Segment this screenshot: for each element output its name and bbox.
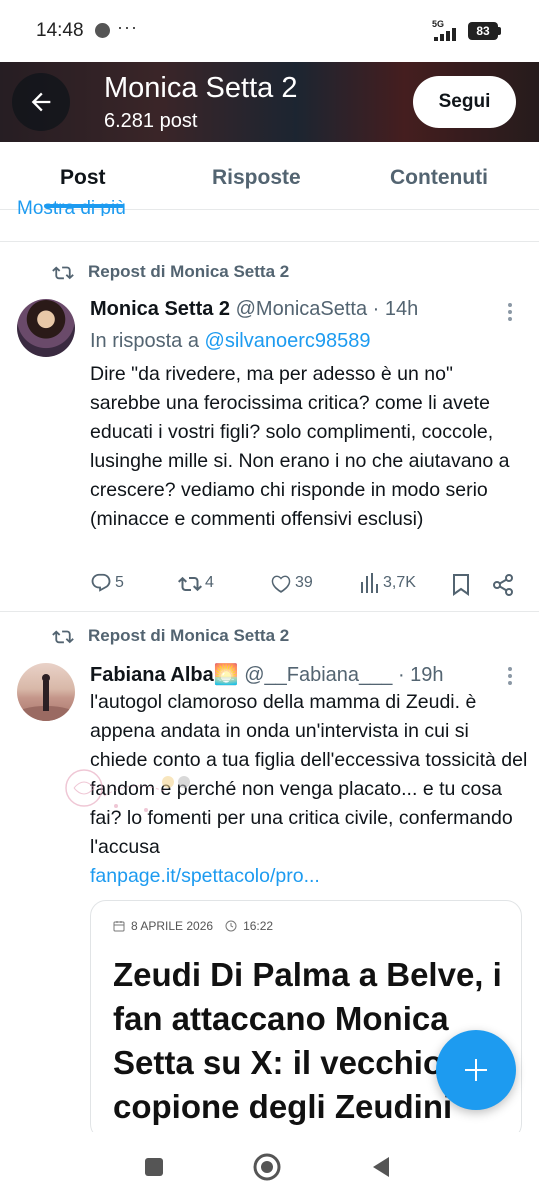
square-icon xyxy=(145,1158,163,1176)
post-link[interactable]: fanpage.it/spettacolo/pro... xyxy=(90,865,320,887)
repost-icon xyxy=(178,576,202,592)
reply-prefix: In risposta a xyxy=(90,330,199,352)
post-text[interactable]: Dire "da rivedere, ma per adesso è un no… xyxy=(90,360,528,534)
post-header: Fabiana Alba🌅 @__Fabiana___ · 19h xyxy=(90,662,444,687)
repost-icon xyxy=(52,630,74,644)
battery-icon: 83 xyxy=(468,22,498,40)
article-time: 16:22 xyxy=(243,919,274,933)
author-handle[interactable]: @MonicaSetta xyxy=(236,298,367,320)
like-count: 39 xyxy=(295,574,313,591)
post-time: · 14h xyxy=(372,298,419,320)
compose-button[interactable] xyxy=(436,1030,516,1110)
status-bar: 14:48 ··· 5G 83 xyxy=(0,0,539,62)
arrow-left-icon xyxy=(31,92,51,112)
profile-name: Monica Setta 2 xyxy=(104,72,298,104)
like-button[interactable]: 39 xyxy=(270,572,313,594)
back-button[interactable] xyxy=(12,73,70,131)
more-options-icon[interactable] xyxy=(504,302,516,322)
show-more-link[interactable]: Mostra di più xyxy=(17,198,126,216)
repost-indicator: Repost di Monica Setta 2 xyxy=(52,626,289,646)
post-header: Monica Setta 2 @MonicaSetta · 14h xyxy=(90,298,418,321)
repost-indicator: Repost di Monica Setta 2 xyxy=(52,262,289,282)
reply-button[interactable]: 5 xyxy=(90,572,124,594)
divider xyxy=(0,611,539,612)
reply-to-line: In risposta a @silvanoerc98589 xyxy=(90,330,370,353)
repost-button[interactable]: 4 xyxy=(178,572,214,594)
status-time: 14:48 xyxy=(36,20,84,41)
avatar[interactable] xyxy=(17,299,75,357)
profile-header: Monica Setta 2 6.281 post Segui xyxy=(0,62,539,142)
tab-media[interactable]: Contenuti xyxy=(390,166,488,190)
reply-count: 5 xyxy=(115,574,124,591)
bookmark-icon[interactable] xyxy=(453,574,469,596)
divider xyxy=(0,241,539,242)
signal-icon xyxy=(434,28,456,41)
avatar[interactable] xyxy=(17,663,75,721)
more-notifications-icon: ··· xyxy=(117,17,138,37)
clock-icon xyxy=(225,920,237,932)
author-handle[interactable]: @__Fabiana___ xyxy=(244,664,392,686)
avatar-photo xyxy=(17,674,75,721)
tab-replies[interactable]: Risposte xyxy=(212,166,301,190)
reply-icon xyxy=(91,573,111,592)
post-actions: 5 4 39 3,7K xyxy=(90,572,520,600)
more-options-icon[interactable] xyxy=(504,666,516,686)
system-navigation-bar xyxy=(0,1132,539,1200)
author-name[interactable]: Fabiana Alba xyxy=(90,664,214,686)
share-icon[interactable] xyxy=(492,574,514,596)
views-icon xyxy=(361,573,378,593)
follow-button[interactable]: Segui xyxy=(413,76,516,128)
article-date: 8 APRILE 2026 xyxy=(131,919,214,933)
tab-post[interactable]: Post xyxy=(60,166,106,190)
repost-label: Repost di Monica Setta 2 xyxy=(88,262,290,281)
repost-icon xyxy=(52,266,74,280)
home-button[interactable] xyxy=(252,1152,282,1182)
sunrise-emoji: 🌅 xyxy=(213,664,239,686)
triangle-back-icon xyxy=(373,1157,389,1177)
sticker-watermark xyxy=(65,769,190,812)
post-count: 6.281 post xyxy=(104,110,198,132)
views-count: 3,7K xyxy=(383,574,416,591)
back-nav-button[interactable] xyxy=(366,1152,396,1182)
calendar-icon xyxy=(113,921,125,932)
messenger-icon xyxy=(95,23,110,38)
battery-tip xyxy=(498,27,501,35)
post-time: · 19h xyxy=(397,664,444,686)
views-button[interactable]: 3,7K xyxy=(360,572,416,594)
recents-button[interactable] xyxy=(139,1152,169,1182)
plus-icon xyxy=(465,1059,487,1081)
repost-label: Repost di Monica Setta 2 xyxy=(88,626,290,645)
circle-icon xyxy=(253,1153,281,1181)
author-name[interactable]: Monica Setta 2 xyxy=(90,298,230,320)
repost-count: 4 xyxy=(205,574,214,591)
reply-to-handle[interactable]: @silvanoerc98589 xyxy=(205,330,371,352)
article-meta: 8 APRILE 2026 16:22 xyxy=(113,919,273,933)
heart-icon xyxy=(271,575,291,593)
